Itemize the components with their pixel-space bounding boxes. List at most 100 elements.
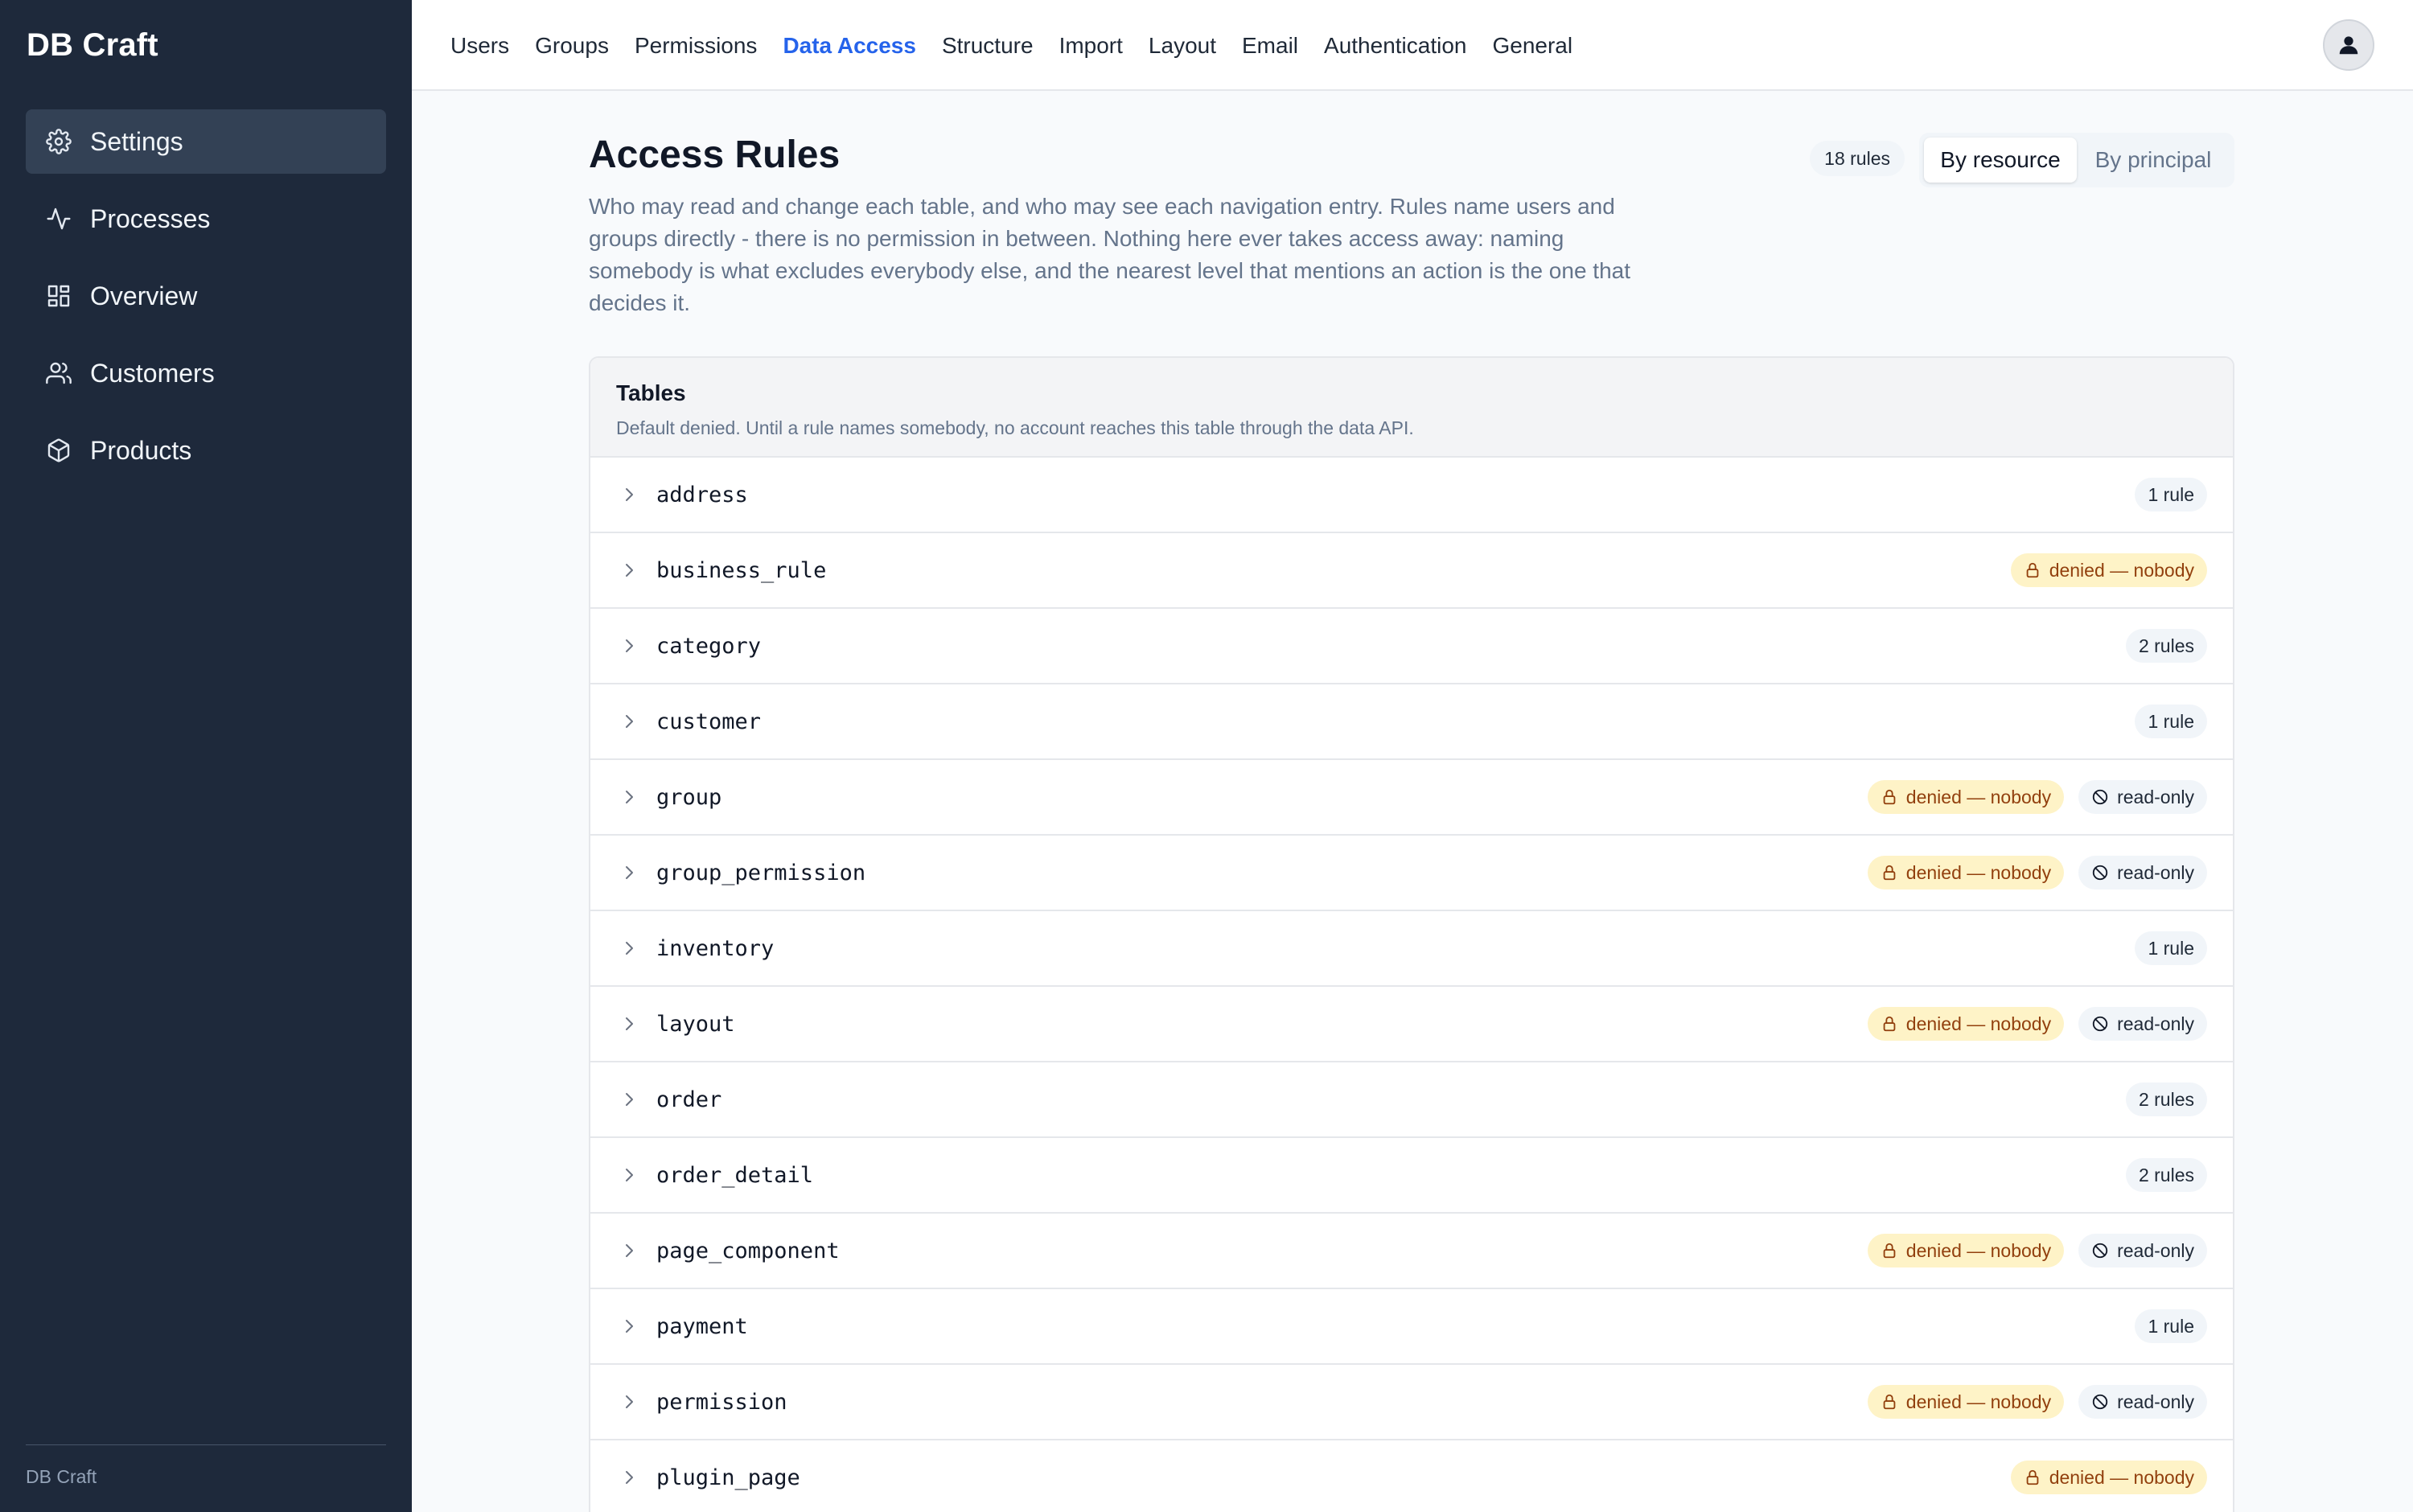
tab-permissions[interactable]: Permissions: [635, 33, 757, 59]
table-name: group_permission: [656, 860, 866, 885]
table-row[interactable]: order 2 rules: [590, 1062, 2233, 1138]
package-icon: [45, 437, 72, 464]
by-resource-button[interactable]: By resource: [1924, 138, 2077, 183]
sidebar-item-label: Overview: [90, 281, 198, 310]
row-badges: denied — nobody read-only: [1853, 1007, 2207, 1041]
denied-label: denied — nobody: [1905, 1239, 2052, 1261]
tables-card-header: Tables Default denied. Until a rule name…: [590, 358, 2233, 458]
table-row[interactable]: payment 1 rule: [590, 1289, 2233, 1365]
chevron-right-icon[interactable]: [618, 1466, 640, 1489]
tables-card: Tables Default denied. Until a rule name…: [589, 356, 2234, 1512]
denied-label: denied — nobody: [1905, 861, 2052, 883]
lock-icon: [1881, 1242, 1898, 1259]
table-row[interactable]: order_detail 2 rules: [590, 1138, 2233, 1214]
denied-badge: denied — nobody: [1867, 1234, 2065, 1268]
table-row[interactable]: inventory 1 rule: [590, 911, 2233, 987]
tab-groups[interactable]: Groups: [535, 33, 609, 59]
denied-badge: denied — nobody: [1867, 856, 2065, 890]
chevron-right-icon[interactable]: [618, 483, 640, 506]
lock-icon: [2024, 561, 2041, 579]
denied-badge: denied — nobody: [1867, 1007, 2065, 1041]
table-name: layout: [656, 1011, 735, 1037]
table-row[interactable]: layout denied — nobody read-only: [590, 987, 2233, 1062]
rules-count-badge: 18 rules: [1810, 141, 1905, 176]
row-badges: 1 rule: [2120, 1309, 2207, 1343]
table-row[interactable]: group denied — nobody read-only: [590, 760, 2233, 836]
dashboard-icon: [45, 282, 72, 310]
chevron-right-icon[interactable]: [618, 1239, 640, 1262]
tab-layout[interactable]: Layout: [1149, 33, 1216, 59]
read-only-badge: read-only: [2078, 1007, 2207, 1041]
sidebar-item-products[interactable]: Products: [26, 418, 386, 483]
denied-label: denied — nobody: [1905, 1013, 2052, 1034]
sidebar-item-processes[interactable]: Processes: [26, 187, 386, 251]
users-icon: [45, 360, 72, 387]
ban-icon: [2091, 1242, 2109, 1259]
row-badges: 1 rule: [2120, 705, 2207, 738]
table-name: page_component: [656, 1238, 840, 1263]
chevron-right-icon[interactable]: [618, 1088, 640, 1111]
chevron-right-icon[interactable]: [618, 635, 640, 657]
lock-icon: [1881, 788, 1898, 806]
table-row[interactable]: customer 1 rule: [590, 684, 2233, 760]
table-row[interactable]: permission denied — nobody read-only: [590, 1365, 2233, 1440]
table-row[interactable]: category 2 rules: [590, 609, 2233, 684]
read-only-badge: read-only: [2078, 1385, 2207, 1419]
top-nav: Users Groups Permissions Data Access Str…: [450, 0, 1598, 91]
table-row[interactable]: group_permission denied — nobody read-only: [590, 836, 2233, 911]
sidebar-nav: Settings Processes Overview Customers Pr…: [26, 109, 386, 495]
ban-icon: [2091, 1015, 2109, 1033]
row-badges: 2 rules: [2111, 1158, 2207, 1192]
chevron-right-icon[interactable]: [618, 1315, 640, 1337]
table-row[interactable]: plugin_page denied — nobody: [590, 1440, 2233, 1512]
sidebar-item-customers[interactable]: Customers: [26, 341, 386, 405]
denied-label: denied — nobody: [2049, 1466, 2194, 1488]
lock-icon: [1881, 1015, 1898, 1033]
table-row[interactable]: address 1 rule: [590, 458, 2233, 533]
tab-email[interactable]: Email: [1242, 33, 1298, 59]
tables-card-subtitle: Default denied. Until a rule names someb…: [616, 417, 1414, 438]
read-only-badge: read-only: [2078, 780, 2207, 814]
lock-icon: [2024, 1469, 2041, 1486]
rule-count-badge: 1 rule: [2135, 931, 2207, 965]
row-badges: 1 rule: [2120, 931, 2207, 965]
sidebar-item-settings[interactable]: Settings: [26, 109, 386, 174]
tab-import[interactable]: Import: [1059, 33, 1123, 59]
chevron-right-icon[interactable]: [618, 937, 640, 959]
chevron-right-icon[interactable]: [618, 1013, 640, 1035]
table-row[interactable]: page_component denied — nobody read-only: [590, 1214, 2233, 1289]
tab-general[interactable]: General: [1492, 33, 1572, 59]
row-badges: 1 rule: [2120, 478, 2207, 512]
tab-users[interactable]: Users: [450, 33, 509, 59]
rule-count-badge: 2 rules: [2125, 629, 2207, 663]
denied-label: denied — nobody: [1905, 1391, 2052, 1412]
table-row[interactable]: business_rule denied — nobody: [590, 533, 2233, 609]
table-name: address: [656, 482, 748, 507]
sidebar: DB Craft Settings Processes Overview Cus…: [0, 0, 412, 1512]
table-name: inventory: [656, 935, 775, 961]
sidebar-item-overview[interactable]: Overview: [26, 264, 386, 328]
chevron-right-icon[interactable]: [618, 1391, 640, 1413]
chevron-right-icon[interactable]: [618, 559, 640, 581]
row-badges: 2 rules: [2111, 629, 2207, 663]
chevron-right-icon[interactable]: [618, 710, 640, 733]
lock-icon: [1881, 864, 1898, 881]
rule-count-badge: 2 rules: [2125, 1083, 2207, 1116]
chevron-right-icon[interactable]: [618, 861, 640, 884]
read-only-label: read-only: [2117, 1239, 2194, 1261]
avatar[interactable]: [2323, 19, 2374, 71]
chevron-right-icon[interactable]: [618, 786, 640, 808]
rule-count-badge: 1 rule: [2135, 478, 2207, 512]
tab-data-access[interactable]: Data Access: [783, 33, 916, 59]
denied-label: denied — nobody: [2049, 559, 2194, 581]
view-toggle: By resource By principal: [1919, 133, 2234, 187]
tables-card-title: Tables: [616, 380, 686, 405]
user-icon: [2339, 36, 2358, 55]
sidebar-footer: DB Craft: [26, 1444, 386, 1488]
chevron-right-icon[interactable]: [618, 1164, 640, 1186]
tab-structure[interactable]: Structure: [942, 33, 1034, 59]
read-only-label: read-only: [2117, 861, 2194, 883]
activity-icon: [45, 205, 72, 232]
tab-authentication[interactable]: Authentication: [1324, 33, 1466, 59]
by-principal-button[interactable]: By principal: [2077, 138, 2230, 183]
